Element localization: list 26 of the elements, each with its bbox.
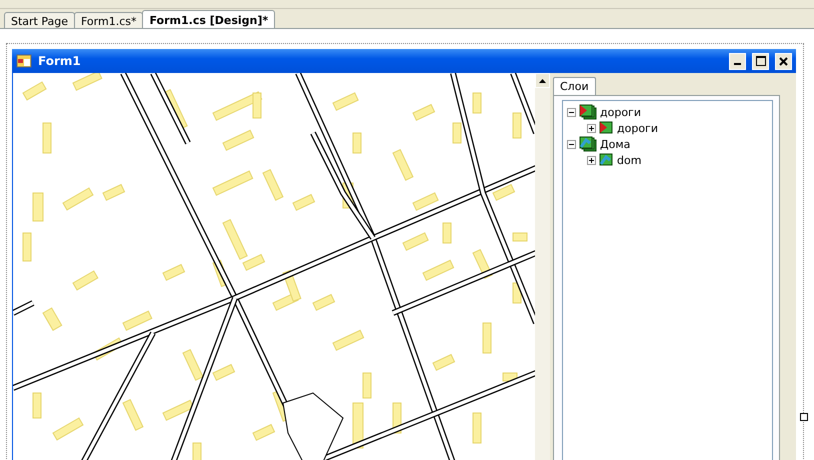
minimize-button[interactable] xyxy=(729,52,746,70)
up-arrow-icon xyxy=(539,78,546,82)
resize-handle[interactable] xyxy=(800,413,808,421)
maximize-button[interactable] xyxy=(752,52,769,70)
tree-item[interactable]: dom xyxy=(617,154,642,166)
collapse-icon[interactable] xyxy=(567,108,576,116)
tree-item[interactable]: дороги xyxy=(617,122,658,134)
close-button[interactable] xyxy=(775,52,792,70)
maximize-icon xyxy=(756,56,766,66)
expand-icon[interactable] xyxy=(587,156,596,164)
layer-group-icon xyxy=(579,136,597,152)
form-icon xyxy=(16,53,32,69)
scroll-up-button[interactable] xyxy=(535,73,550,88)
document-tab[interactable]: Start Page xyxy=(4,12,75,28)
tree-item[interactable]: Дома xyxy=(600,138,630,150)
layer-icon xyxy=(599,153,614,167)
document-tab[interactable]: Form1.cs* xyxy=(74,12,144,28)
collapse-icon[interactable] xyxy=(567,140,576,148)
close-icon xyxy=(779,56,788,66)
tree-item[interactable]: дороги xyxy=(600,106,641,118)
layer-icon xyxy=(599,121,614,135)
layer-group-icon xyxy=(579,104,597,120)
document-tab[interactable]: Form1.cs [Design]* xyxy=(142,10,276,28)
window-title: Form1 xyxy=(38,54,82,68)
expand-icon[interactable] xyxy=(587,124,596,132)
panel-tab[interactable]: Слои xyxy=(553,77,596,95)
